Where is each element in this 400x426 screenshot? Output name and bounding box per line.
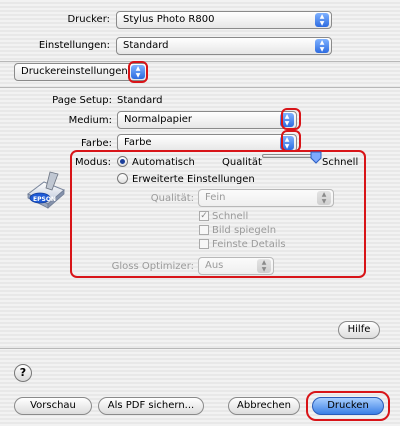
popup-arrows-icon: ▲ ▼ xyxy=(315,13,329,27)
highlight-ring xyxy=(306,391,390,421)
quality-slider-thumb[interactable] xyxy=(310,151,322,164)
printer-label: Drucker: xyxy=(67,14,110,25)
printer-popup[interactable]: Stylus Photo R800 ▲ ▼ xyxy=(116,11,332,29)
medium-popup[interactable]: Normalpapier ▲ ▼ xyxy=(117,111,297,129)
printer-value: Stylus Photo R800 xyxy=(123,14,215,25)
modus-label: Modus: xyxy=(74,157,111,168)
advanced-quality-label: Qualität: xyxy=(150,193,194,204)
medium-label: Medium: xyxy=(68,115,112,126)
page-setup-value: Standard xyxy=(117,95,163,106)
checkbox-mirror[interactable] xyxy=(199,225,209,235)
checkbox-mirror-label: Bild spiegeln xyxy=(212,225,277,236)
save-pdf-button[interactable]: Als PDF sichern... xyxy=(98,397,204,415)
separator xyxy=(0,61,400,62)
checkbox-schnell-label: Schnell xyxy=(212,211,249,222)
gloss-popup[interactable]: Aus ▲ ▼ xyxy=(198,257,274,275)
highlight-ring xyxy=(128,61,148,83)
presets-popup[interactable]: Standard ▲ ▼ xyxy=(116,37,332,55)
radio-advanced[interactable] xyxy=(117,173,128,184)
advanced-quality-popup[interactable]: Fein ▲ ▼ xyxy=(198,189,334,207)
farbe-label: Farbe: xyxy=(81,138,112,149)
popup-arrows-icon: ▲ ▼ xyxy=(317,191,331,205)
checkbox-fine-detail-label: Feinste Details xyxy=(212,239,286,250)
help-button[interactable]: Hilfe xyxy=(338,321,380,339)
farbe-value: Farbe xyxy=(124,137,152,148)
medium-value: Normalpapier xyxy=(124,114,193,125)
gloss-label: Gloss Optimizer: xyxy=(111,261,194,272)
slider-right-label: Schnell xyxy=(322,157,359,168)
checkbox-schnell[interactable]: ✓ xyxy=(199,211,209,221)
radio-automatic-label: Automatisch xyxy=(132,157,195,168)
advanced-quality-value: Fein xyxy=(205,192,226,203)
cancel-button[interactable]: Abbrechen xyxy=(228,397,300,415)
slider-left-label: Qualität xyxy=(222,157,262,168)
printer-ink-icon: EPSON xyxy=(22,168,70,214)
popup-arrows-icon: ▲ ▼ xyxy=(257,259,271,273)
presets-label: Einstellungen: xyxy=(38,40,110,51)
separator xyxy=(0,348,400,349)
radio-advanced-label: Erweiterte Einstellungen xyxy=(132,174,255,185)
separator xyxy=(0,87,400,88)
checkbox-fine-detail[interactable] xyxy=(199,239,209,249)
help-question-icon[interactable]: ? xyxy=(14,364,32,382)
pane-value: Druckereinstellungen xyxy=(21,66,128,77)
popup-arrows-icon: ▲ ▼ xyxy=(315,39,329,53)
radio-automatic[interactable] xyxy=(117,156,128,167)
highlight-ring xyxy=(281,130,301,152)
gloss-value: Aus xyxy=(205,260,224,271)
highlight-ring xyxy=(281,108,301,130)
page-setup-label: Page Setup: xyxy=(52,95,112,106)
presets-value: Standard xyxy=(123,40,169,51)
preview-button[interactable]: Vorschau xyxy=(14,397,92,415)
